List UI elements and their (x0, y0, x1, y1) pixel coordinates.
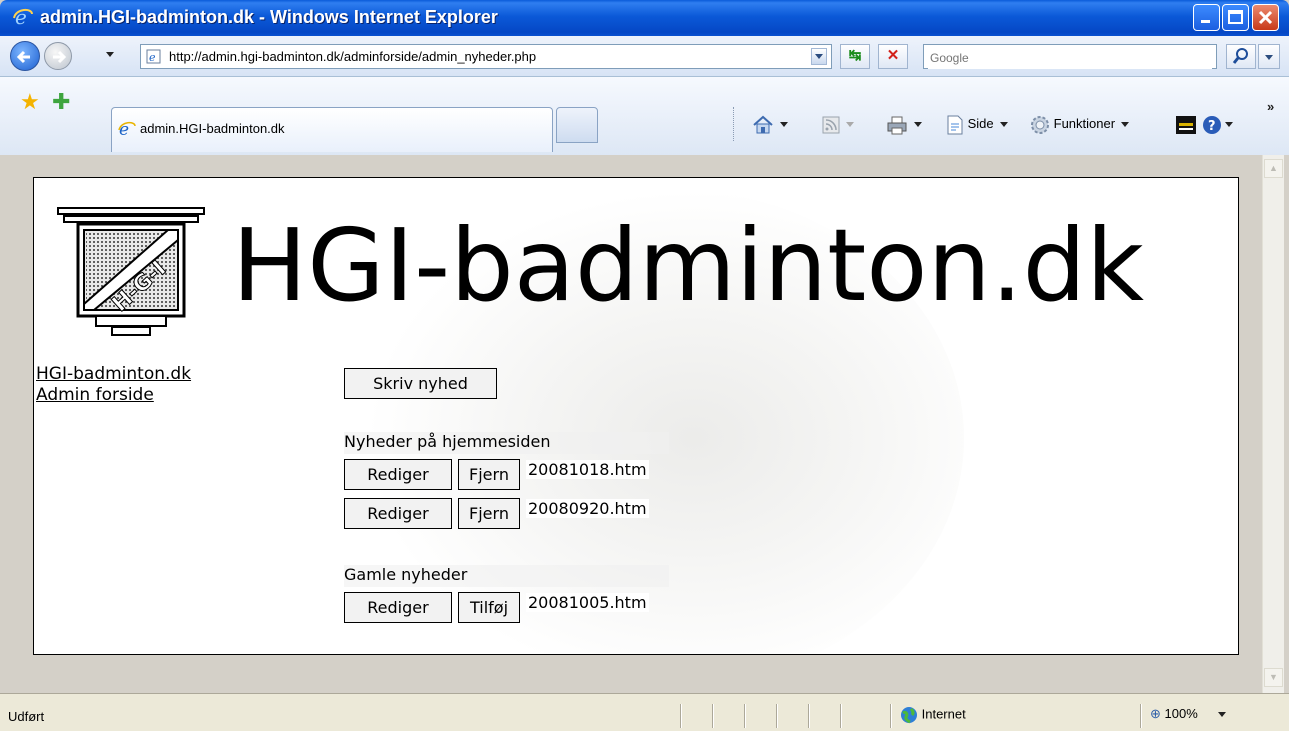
history-dropdown[interactable] (106, 52, 114, 57)
news-file-name: 20080920.htm (526, 499, 649, 518)
home-icon (753, 115, 773, 134)
zoom-level: 100% (1164, 706, 1198, 721)
refresh-icon: ↹ (848, 47, 862, 64)
status-text: Udført (8, 709, 45, 724)
scroll-up-arrow[interactable]: ▲ (1264, 159, 1283, 178)
help-icon: ? (1203, 115, 1221, 134)
print-button[interactable] (886, 112, 922, 136)
tab-active[interactable]: e admin.HGI-badminton.dk (111, 107, 553, 152)
status-divider (890, 704, 891, 728)
ie-icon: e (13, 6, 33, 28)
gear-icon (1031, 115, 1049, 134)
status-divider (1140, 704, 1141, 728)
nav-link-home[interactable]: HGI-badminton.dk (36, 364, 191, 385)
magnifier-icon (1232, 48, 1248, 64)
remove-news-button[interactable]: Fjern (458, 459, 520, 490)
tab-label: admin.HGI-badminton.dk (140, 121, 285, 136)
old-news-file-name: 20081005.htm (526, 593, 649, 612)
tools-menu[interactable]: Funktioner (1030, 112, 1130, 136)
old-news-heading: Gamle nyheder (344, 565, 669, 587)
page-menu[interactable]: Side (946, 112, 1008, 136)
forward-button[interactable] (44, 42, 72, 70)
minimize-icon (1201, 20, 1210, 23)
add-old-news-button[interactable]: Tilføj (458, 592, 520, 623)
stop-button[interactable]: ✕ (878, 44, 908, 69)
printer-icon (887, 116, 907, 135)
add-favorite-icon[interactable]: ✚ (52, 91, 70, 113)
status-divider (776, 704, 777, 728)
news-file-name: 20081018.htm (526, 460, 649, 479)
home-button[interactable] (752, 112, 788, 136)
help-menu[interactable]: ? (1202, 112, 1233, 136)
ie-icon: e (118, 120, 136, 138)
new-tab-button[interactable] (556, 107, 598, 143)
svg-text:?: ? (1208, 119, 1216, 134)
scroll-down-arrow[interactable]: ▼ (1264, 668, 1283, 687)
refresh-button[interactable]: ↹ (840, 44, 870, 69)
star-icon[interactable]: ★ (20, 91, 40, 113)
search-box[interactable] (923, 44, 1217, 69)
address-dropdown[interactable] (811, 48, 827, 65)
search-input[interactable] (928, 46, 1212, 69)
back-button[interactable] (10, 41, 40, 71)
url-text: http://admin.hgi-badminton.dk/adminforsi… (169, 49, 537, 64)
close-icon (1258, 10, 1273, 25)
search-button[interactable] (1226, 44, 1256, 69)
status-divider (680, 704, 681, 728)
feeds-button[interactable] (822, 112, 854, 136)
zone-label: Internet (921, 706, 966, 722)
status-bar: Udført Internet ⊕ 100% (0, 693, 1289, 731)
status-divider (808, 704, 809, 728)
address-toolbar: e http://admin.hgi-badminton.dk/adminfor… (0, 36, 1289, 77)
news-icon (1176, 115, 1196, 134)
toolbar-separator (733, 107, 736, 141)
title-bar: e admin.HGI-badminton.dk - Windows Inter… (0, 0, 1289, 36)
back-arrow-icon (16, 50, 30, 64)
maximize-button[interactable] (1222, 4, 1249, 31)
globe-icon (901, 707, 917, 724)
more-tools-chevron[interactable]: » (1267, 99, 1274, 114)
content-viewport: H-G-I HGI-badminton.dk HGI-badminton.dk … (0, 155, 1289, 693)
status-divider (840, 704, 841, 728)
security-zone[interactable]: Internet (900, 706, 966, 724)
page-icon (947, 115, 963, 135)
svg-text:e: e (149, 51, 156, 64)
page-icon: e (146, 49, 161, 64)
tab-bar: ★ ✚ e admin.HGI-badminton.dk Side Funkti… (0, 77, 1289, 156)
forward-arrow-icon (53, 50, 67, 64)
zoom-icon: ⊕ (1150, 706, 1161, 721)
site-title: HGI-badminton.dk (232, 207, 1145, 324)
rss-icon (822, 116, 840, 134)
current-news-heading: Nyheder på hjemmesiden (344, 432, 669, 454)
side-label: Side (967, 116, 994, 131)
zoom-control[interactable]: ⊕ 100% (1150, 706, 1226, 722)
remove-news-button[interactable]: Fjern (458, 498, 520, 529)
edit-old-news-button[interactable]: Rediger (344, 592, 452, 623)
window-title: admin.HGI-badminton.dk - Windows Interne… (40, 7, 498, 27)
side-nav: HGI-badminton.dk Admin forside (36, 364, 191, 406)
vertical-scrollbar[interactable]: ▲ ▼ (1262, 155, 1284, 693)
edit-news-button[interactable]: Rediger (344, 459, 452, 490)
write-news-button[interactable]: Skriv nyhed (344, 368, 497, 399)
close-button[interactable] (1252, 4, 1279, 31)
page-container: H-G-I HGI-badminton.dk HGI-badminton.dk … (33, 177, 1239, 655)
stop-icon: ✕ (886, 47, 900, 64)
status-divider (744, 704, 745, 728)
funktioner-label: Funktioner (1053, 116, 1116, 131)
status-divider (712, 704, 713, 728)
nav-link-admin-forside[interactable]: Admin forside (36, 385, 191, 406)
edit-news-button[interactable]: Rediger (344, 498, 452, 529)
address-bar[interactable]: e http://admin.hgi-badminton.dk/adminfor… (140, 44, 832, 69)
research-button[interactable] (1175, 112, 1197, 136)
hgi-logo: H-G-I (57, 207, 205, 336)
search-options-dropdown[interactable] (1258, 44, 1280, 69)
maximize-icon (1228, 10, 1243, 24)
minimize-button[interactable] (1193, 4, 1220, 31)
